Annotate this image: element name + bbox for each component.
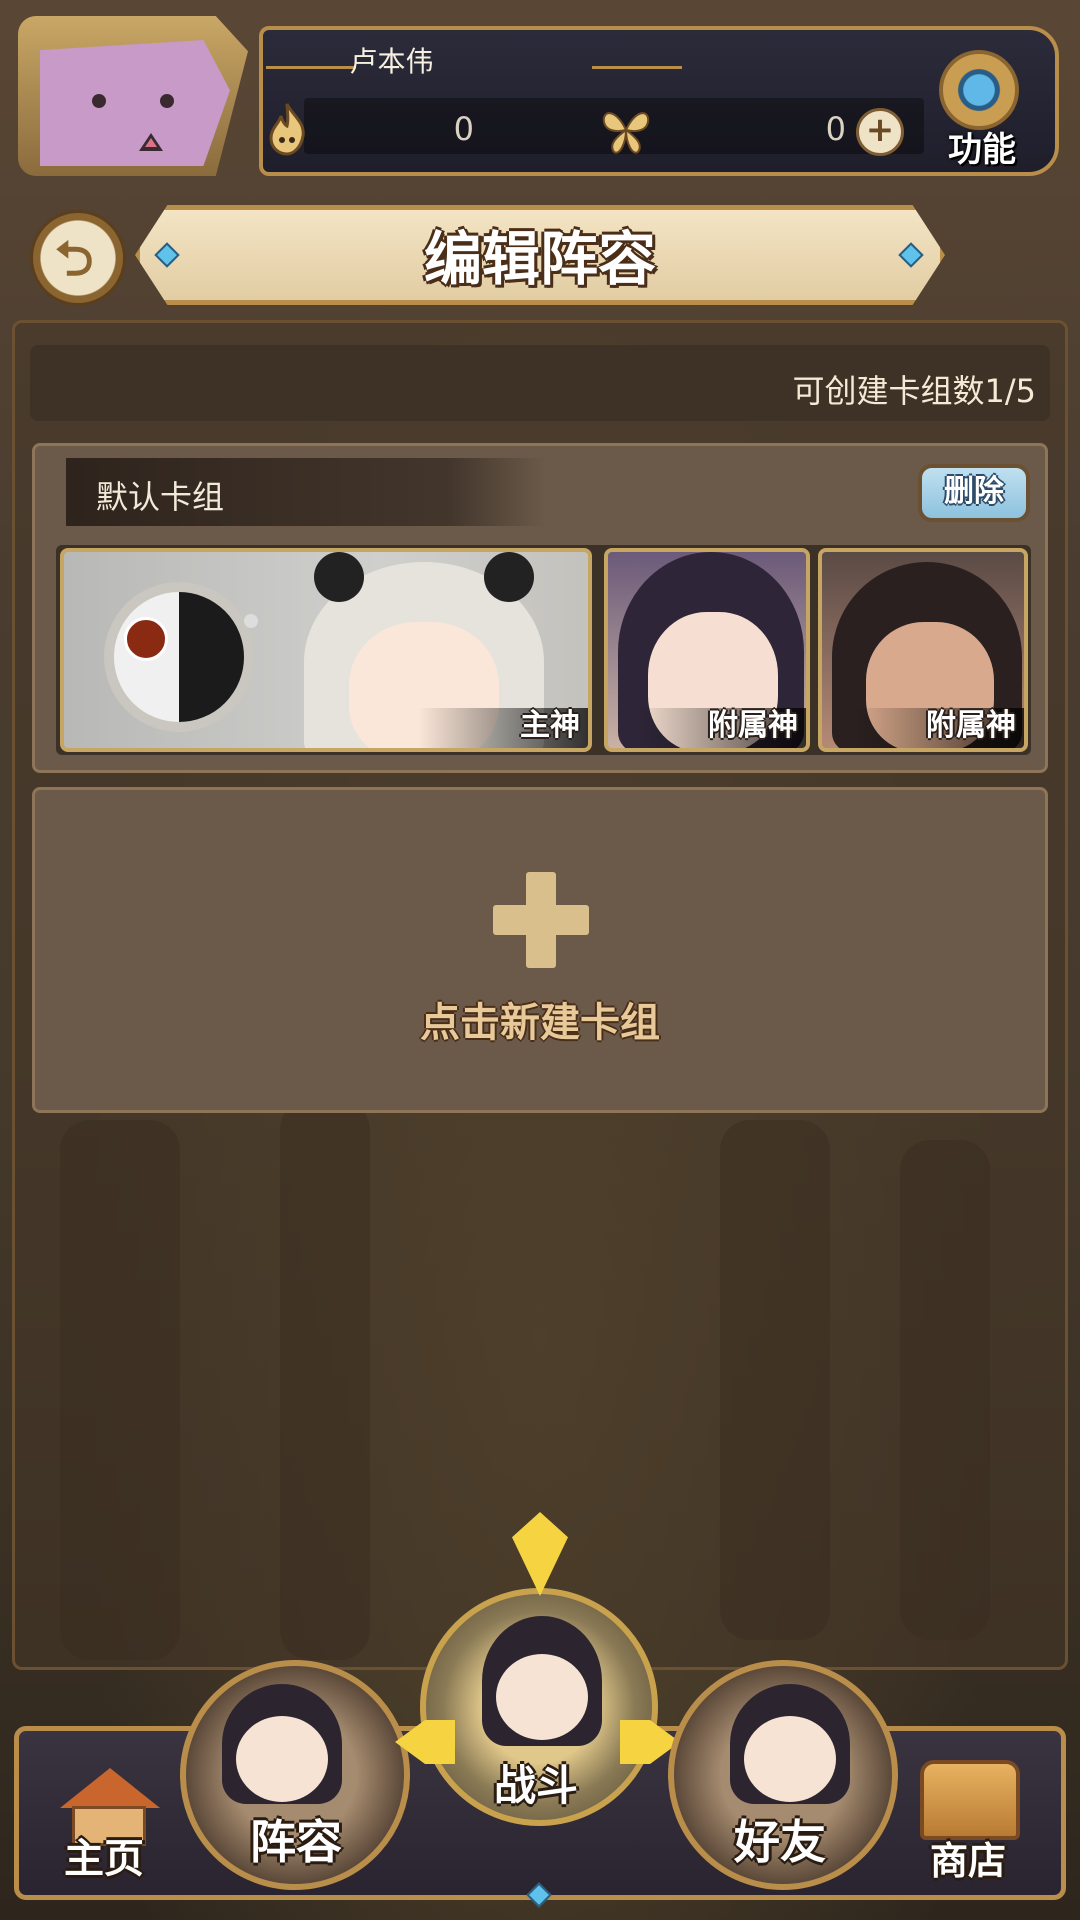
avatar-nose (139, 133, 163, 151)
delete-deck-button[interactable]: 删除 (918, 464, 1030, 522)
nav-home-label[interactable]: 主页 (64, 1826, 144, 1884)
slot-label-main: 主神 (520, 708, 580, 743)
nav-battle-label[interactable]: 战斗 (494, 1752, 578, 1813)
player-name: 卢本伟 (349, 45, 434, 78)
deck-count-text: 可创建卡组数1/5 (792, 372, 1036, 410)
avatar-eye (92, 94, 106, 108)
name-divider-right (592, 66, 682, 69)
deck-name: 默认卡组 (96, 478, 225, 516)
character-ear (314, 552, 364, 602)
nav-shop-label[interactable]: 商店 (930, 1830, 1006, 1885)
taiji-dot (244, 614, 258, 628)
resource-b-value: 0 (825, 110, 846, 148)
butterfly-icon (602, 112, 650, 154)
slot-label-sub-2: 附属神 (926, 708, 1016, 743)
slot-label-sub-1: 附属神 (708, 708, 798, 743)
new-deck-label: 点击新建卡组 (420, 1000, 660, 1046)
home-icon-roof (60, 1768, 160, 1808)
flame-icon (269, 103, 305, 156)
chibi-face (496, 1654, 588, 1740)
character-ear (484, 552, 534, 602)
chibi-face (744, 1716, 836, 1802)
gear-icon[interactable] (939, 50, 1019, 130)
page-title: 编辑阵容 (423, 225, 656, 293)
taiji-dot (124, 617, 168, 661)
avatar-face (40, 40, 230, 166)
taiji-icon (104, 582, 254, 732)
back-button[interactable]: ⮌ (30, 210, 126, 306)
resource-a-value: 0 (453, 110, 474, 148)
sub-god-slot-1[interactable]: 附属神 (604, 548, 810, 752)
chibi-face (236, 1716, 328, 1802)
function-button-label[interactable]: 功能 (932, 122, 1032, 171)
plus-icon (493, 905, 589, 935)
shop-chest-icon[interactable] (920, 1760, 1020, 1840)
main-god-slot[interactable]: 主神 (60, 548, 592, 752)
add-resource-button[interactable]: + (856, 108, 904, 156)
nav-lineup-label[interactable]: 阵容 (250, 1806, 342, 1872)
top-bar: 卢本伟 0 0 + 功能 (14, 10, 1066, 178)
nav-friends-label[interactable]: 好友 (734, 1806, 826, 1872)
avatar-eye (160, 94, 174, 108)
back-arrow-icon: ⮌ (55, 231, 94, 287)
sub-god-slot-2[interactable]: 附属神 (818, 548, 1028, 752)
